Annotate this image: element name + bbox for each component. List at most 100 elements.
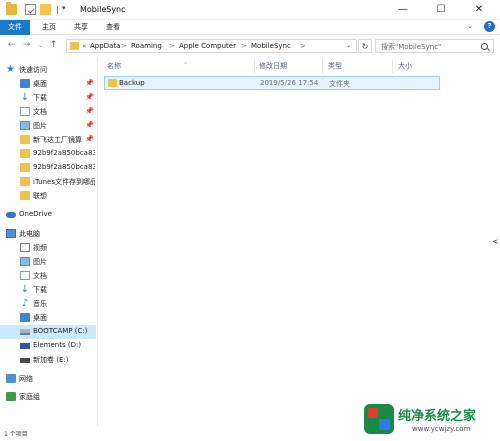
folder-icon: [108, 79, 117, 87]
pin-icon[interactable]: 📌: [85, 121, 94, 129]
column-header-date[interactable]: 修改日期: [259, 59, 287, 73]
nav-item-music[interactable]: ♪ 音乐: [0, 297, 96, 311]
nav-item-recent-folder[interactable]: 92b9f2a850bca83: [0, 161, 96, 175]
nav-item-label: BOOTCAMP (C:): [33, 327, 88, 335]
watermark: 纯净系统之家 www.ycwjzy.com: [364, 402, 496, 438]
nav-item-desktop[interactable]: 桌面 📌: [0, 77, 96, 91]
recent-locations-chevron-icon[interactable]: ⌄: [38, 42, 43, 49]
nav-item-drive-e[interactable]: 新加卷 (E:): [0, 353, 96, 367]
folder-icon: [20, 135, 30, 144]
nav-item-recent-folder[interactable]: iTunes文件存到哪品: [0, 175, 96, 189]
column-header-name[interactable]: 名称 ^: [107, 59, 255, 73]
nav-item-this-pc[interactable]: 此电脑: [0, 227, 96, 241]
column-divider[interactable]: [254, 59, 255, 73]
tab-home[interactable]: 主页: [36, 20, 62, 35]
external-drive-icon: [20, 343, 30, 349]
pin-icon[interactable]: 📌: [85, 135, 94, 143]
nav-item-pictures[interactable]: 图片: [0, 255, 96, 269]
video-icon: [20, 243, 30, 252]
refresh-button[interactable]: ↻: [358, 39, 372, 53]
column-divider[interactable]: [392, 59, 393, 73]
pin-icon[interactable]: 📌: [85, 93, 94, 101]
window-title: MobileSync: [80, 5, 126, 14]
nav-item-label: 新飞达工厂镜算: [33, 136, 82, 144]
nav-item-documents[interactable]: 文档: [0, 269, 96, 283]
up-button[interactable]: ↑: [50, 40, 58, 50]
close-button[interactable]: ✕: [459, 0, 499, 20]
desktop-icon: [20, 79, 30, 88]
details-pane-toggle-icon[interactable]: <: [492, 237, 500, 251]
nav-item-label: Elements (D:): [33, 341, 82, 349]
breadcrumb-apple-computer[interactable]: Apple Computer: [179, 42, 236, 50]
customize-toolbar-chevron-icon[interactable]: ▾: [62, 4, 66, 12]
pictures-icon: [20, 121, 30, 130]
search-input[interactable]: 搜索"MobileSync": [375, 39, 494, 53]
breadcrumb-roaming[interactable]: Roaming: [131, 42, 162, 50]
help-icon[interactable]: ?: [484, 21, 495, 32]
search-icon[interactable]: [481, 43, 488, 50]
column-header-size[interactable]: 大小: [398, 59, 412, 73]
document-icon: [20, 271, 30, 280]
maximize-button[interactable]: ☐: [421, 0, 461, 20]
nav-item-label: 音乐: [33, 300, 47, 308]
nav-item-homegroup[interactable]: 家庭组: [0, 390, 96, 404]
breadcrumb-separator[interactable]: >: [169, 42, 175, 50]
title-bar: | ▾ MobileSync — ☐ ✕: [0, 0, 500, 20]
breadcrumb-separator[interactable]: >: [300, 42, 306, 50]
nav-item-recent-folder[interactable]: 92b9f2a850bca83: [0, 147, 96, 161]
breadcrumb-appdata[interactable]: AppData: [90, 42, 120, 50]
watermark-title: 纯净系统之家: [398, 409, 477, 424]
nav-item-label: 快速访问: [19, 66, 47, 74]
address-bar[interactable]: « AppData > Roaming > Apple Computer > M…: [66, 39, 357, 53]
watermark-logo-icon: [364, 404, 394, 434]
table-row[interactable]: Backup 2019/5/26 17:54 文件夹: [104, 76, 440, 90]
nav-item-label: iTunes文件存到哪品: [33, 178, 95, 186]
nav-item-network[interactable]: 网络: [0, 372, 96, 386]
back-button[interactable]: ←: [8, 40, 16, 50]
nav-item-videos[interactable]: 视频: [0, 241, 96, 255]
address-history-chevron-icon[interactable]: ⌄: [346, 42, 351, 49]
toolbar-separator: |: [56, 5, 59, 14]
nav-item-documents[interactable]: 文档 📌: [0, 105, 96, 119]
new-folder-icon[interactable]: [40, 4, 51, 15]
music-icon: ♪: [21, 298, 29, 309]
properties-icon[interactable]: [25, 4, 36, 15]
breadcrumb-overflow[interactable]: «: [82, 42, 86, 50]
nav-item-label: 桌面: [33, 314, 47, 322]
expand-ribbon-chevron-icon[interactable]: ⌄: [467, 22, 477, 32]
folder-icon: [6, 2, 17, 15]
pin-icon[interactable]: 📌: [85, 79, 94, 87]
nav-item-desktop[interactable]: 桌面: [0, 311, 96, 325]
nav-item-quick-access[interactable]: ★ 快速访问: [0, 63, 96, 77]
breadcrumb-separator[interactable]: >: [121, 42, 127, 50]
nav-item-downloads[interactable]: ↓ 下载: [0, 283, 96, 297]
pin-icon[interactable]: 📌: [85, 107, 94, 115]
nav-item-onedrive[interactable]: OneDrive: [0, 208, 96, 222]
search-placeholder: 搜索"MobileSync": [381, 43, 442, 51]
document-icon: [20, 107, 30, 116]
tab-share[interactable]: 共享: [68, 20, 94, 35]
file-type: 文件夹: [329, 80, 350, 88]
forward-button[interactable]: →: [23, 40, 31, 50]
tab-view[interactable]: 查看: [100, 20, 126, 35]
nav-item-downloads[interactable]: ↓ 下载 📌: [0, 91, 96, 105]
nav-item-drive-d[interactable]: Elements (D:): [0, 339, 96, 353]
nav-item-label: 图片: [33, 258, 47, 266]
column-divider[interactable]: [322, 59, 323, 73]
nav-item-label: 92b9f2a850bca83: [33, 149, 95, 157]
nav-item-drive-c[interactable]: BOOTCAMP (C:): [0, 325, 96, 339]
breadcrumb-separator[interactable]: >: [241, 42, 247, 50]
nav-item-recent-folder[interactable]: 联想: [0, 189, 96, 203]
item-count: 1 个项目: [4, 431, 28, 438]
computer-icon: [6, 229, 16, 238]
nav-item-label: 图片: [33, 122, 47, 130]
nav-item-pictures[interactable]: 图片 📌: [0, 119, 96, 133]
nav-item-label: 92b9f2a850bca83: [33, 163, 95, 171]
minimize-button[interactable]: —: [383, 0, 423, 20]
breadcrumb-mobilesync[interactable]: MobileSync: [251, 42, 291, 50]
nav-item-label: OneDrive: [19, 210, 52, 218]
cloud-icon: [6, 212, 16, 218]
tab-file[interactable]: 文件: [0, 20, 30, 35]
nav-item-pinned-folder[interactable]: 新飞达工厂镜算 📌: [0, 133, 96, 147]
column-header-type[interactable]: 类型: [328, 59, 342, 73]
